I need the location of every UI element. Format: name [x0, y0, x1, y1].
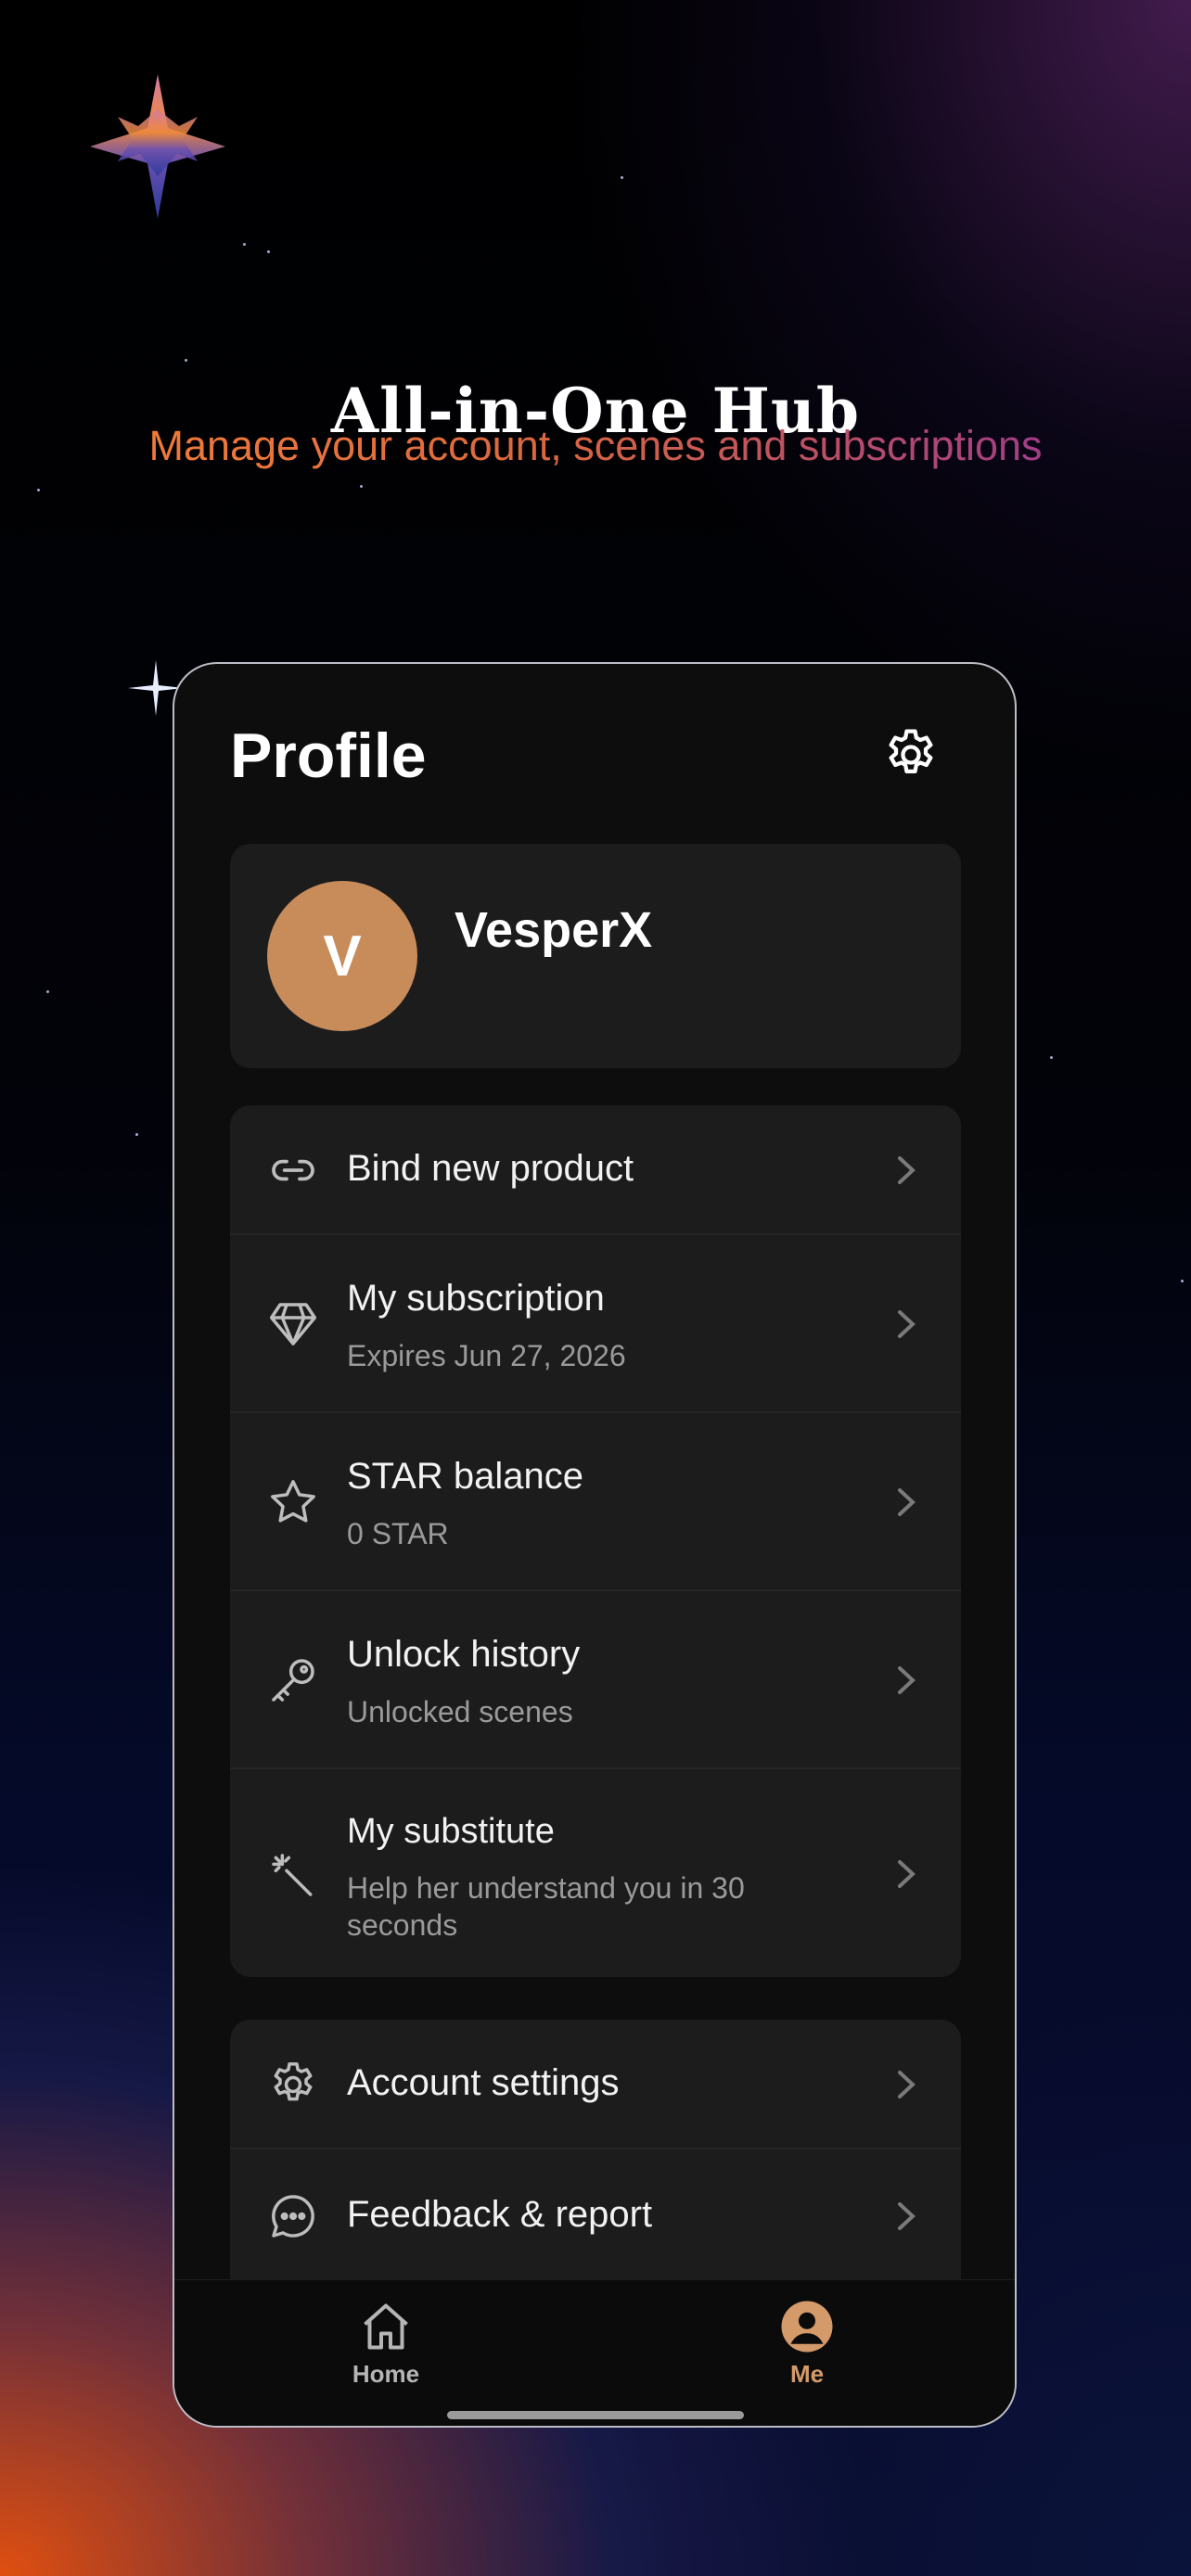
page-title: Profile — [230, 721, 427, 791]
menu-item-label: Feedback & report — [347, 2194, 653, 2235]
unlock-history-sublabel: Unlocked scenes — [347, 1695, 573, 1728]
star-balance-value: 0 STAR — [347, 1517, 449, 1550]
menu-item-label: Unlock history — [347, 1634, 581, 1675]
menu-item-substitute[interactable]: My substitute Help her understand you in… — [230, 1769, 961, 1977]
link-icon — [272, 1159, 314, 1181]
gear-icon — [274, 2062, 313, 2101]
menu-item-label: My subscription — [347, 1278, 605, 1319]
chevron-right-icon — [898, 1666, 916, 1694]
tab-home-label: Home — [352, 2360, 420, 2388]
menu-item-label: STAR balance — [347, 1456, 583, 1497]
tab-me-label: Me — [789, 2360, 825, 2388]
gear-icon[interactable] — [881, 725, 941, 784]
menu-item-account-settings[interactable]: Account settings — [230, 2020, 961, 2149]
menu-item-unlock-history[interactable]: Unlock history Unlocked scenes — [230, 1591, 961, 1769]
avatar: V — [267, 881, 417, 1031]
chevron-right-icon — [898, 1310, 916, 1338]
user-icon — [781, 2301, 833, 2353]
menu-item-bind-product[interactable]: Bind new product — [230, 1105, 961, 1235]
menu-item-label: Account settings — [347, 2062, 620, 2103]
diamond-icon — [269, 1303, 317, 1345]
tab-me[interactable]: Me — [733, 2299, 881, 2389]
subscription-expiry: Expires Jun 27, 2026 — [347, 1339, 626, 1372]
magic-wand-icon — [272, 1854, 313, 1896]
home-icon — [364, 2303, 408, 2350]
home-indicator — [447, 2411, 744, 2419]
chevron-right-icon — [898, 1156, 916, 1184]
chevron-right-icon — [898, 1860, 916, 1888]
menu-item-label: Bind new product — [347, 1148, 634, 1189]
chevron-right-icon — [898, 1488, 916, 1516]
menu-item-feedback[interactable]: Feedback & report — [230, 2149, 961, 2298]
key-icon — [272, 1659, 314, 1702]
star-icon — [271, 1480, 315, 1523]
user-card[interactable]: V VesperX — [230, 844, 961, 1068]
username: VesperX — [455, 902, 653, 958]
bottom-tab-bar: Home Me — [174, 2279, 1015, 2426]
tab-home[interactable]: Home — [312, 2299, 460, 2389]
menu-item-star-balance[interactable]: STAR balance 0 STAR — [230, 1413, 961, 1591]
chevron-right-icon — [898, 2071, 916, 2098]
substitute-sublabel: Help her understand you in 30 seconds — [347, 1871, 745, 1942]
four-point-star-logo — [90, 74, 225, 219]
chevron-right-icon — [898, 2202, 916, 2230]
phone-mockup: Profile V VesperX Bind new product My su… — [173, 662, 1017, 2428]
menu-item-subscription[interactable]: My subscription Expires Jun 27, 2026 — [230, 1235, 961, 1413]
hero-subtitle: Manage your account, scenes and subscrip… — [148, 422, 1043, 469]
menu-list-secondary: Account settings Feedback & report — [230, 2020, 961, 2298]
chat-bubble-icon — [272, 2195, 314, 2238]
menu-list-primary: Bind new product My subscription Expires… — [230, 1105, 961, 1977]
menu-item-label: My substitute — [347, 1812, 555, 1851]
